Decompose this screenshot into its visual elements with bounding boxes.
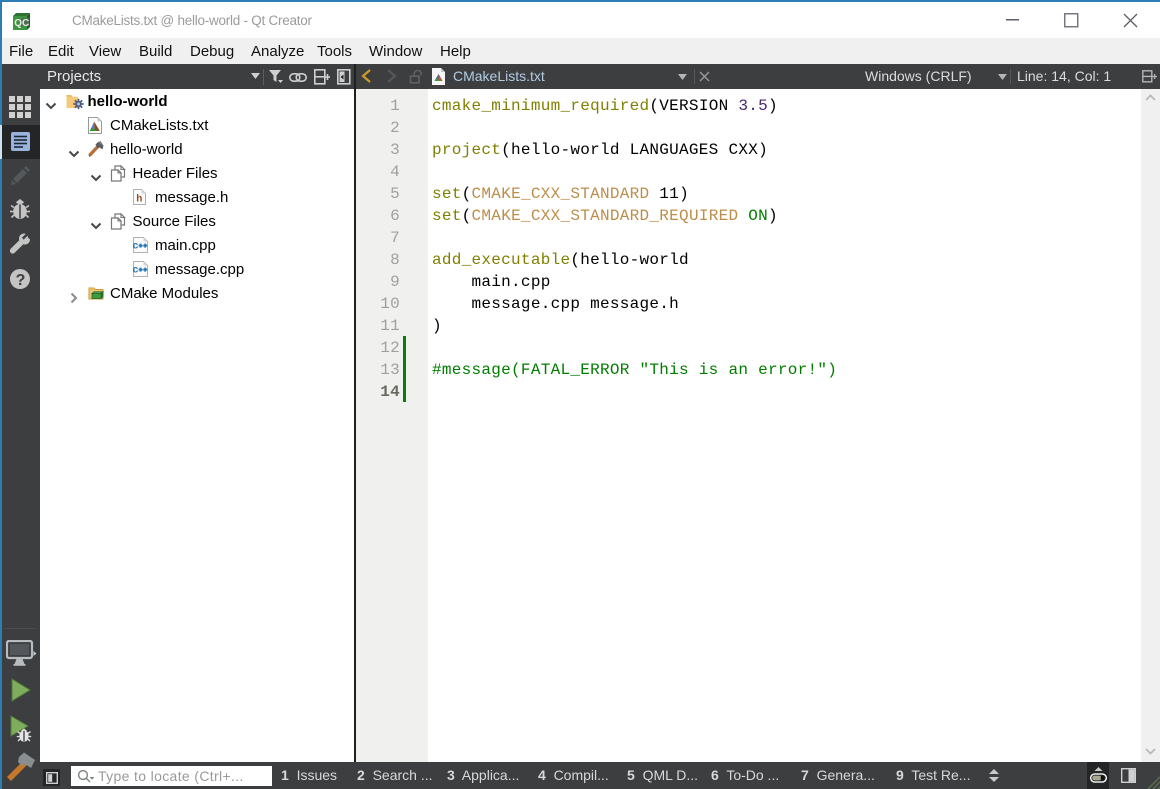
svg-text:c: c [133, 240, 139, 252]
svg-text:c: c [133, 264, 139, 276]
svg-text:h: h [136, 194, 142, 205]
svg-text:QC: QC [14, 18, 29, 29]
svg-text:?: ? [16, 272, 26, 289]
